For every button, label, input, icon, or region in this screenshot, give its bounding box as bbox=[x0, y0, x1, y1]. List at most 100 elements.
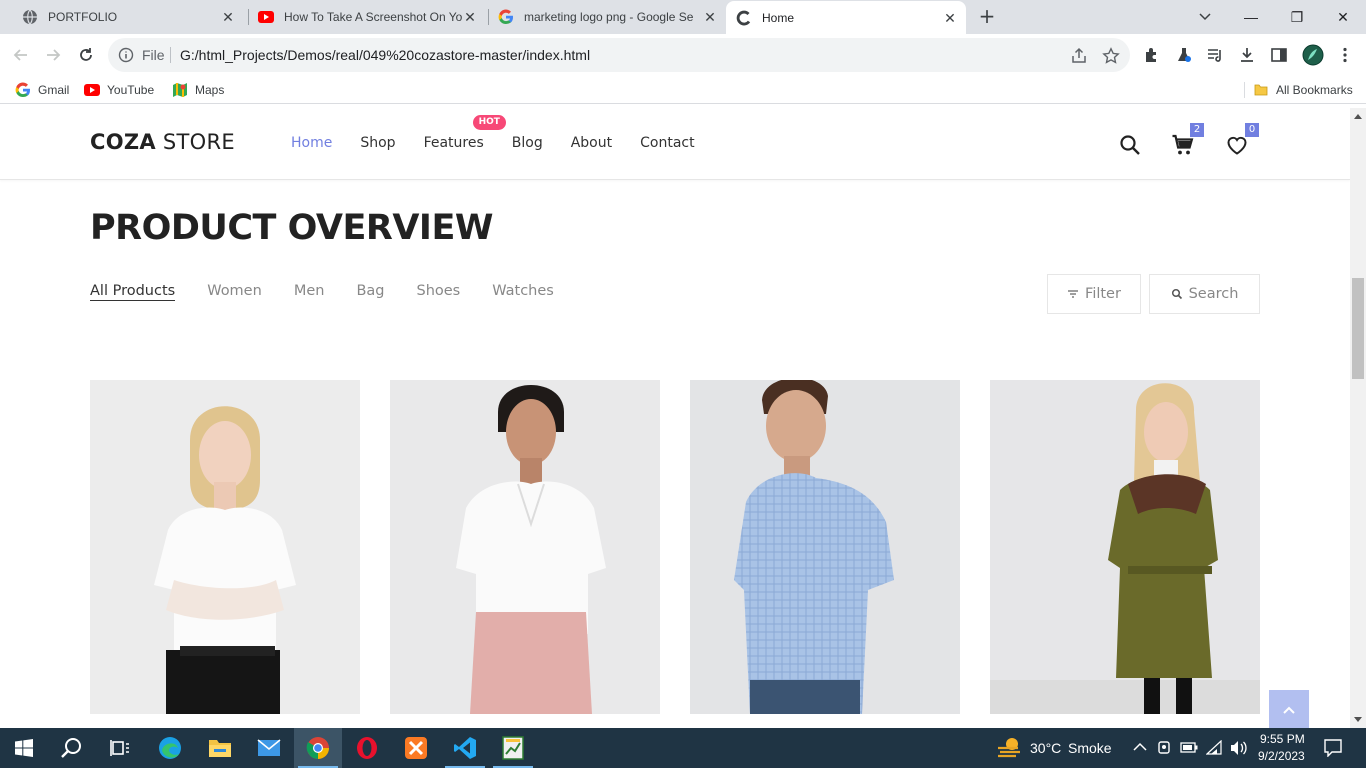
tab-home[interactable]: Home ✕ bbox=[726, 1, 966, 34]
search-button[interactable]: Search bbox=[1149, 274, 1260, 314]
scrollbar-thumb[interactable] bbox=[1352, 278, 1364, 379]
tab-google-search[interactable]: marketing logo png - Google Se ✕ bbox=[490, 0, 726, 34]
scroll-down-arrow-icon[interactable] bbox=[1354, 717, 1362, 722]
media-queue-icon[interactable] bbox=[1206, 46, 1224, 64]
nav-shop[interactable]: Shop bbox=[360, 135, 395, 151]
url-text[interactable]: G:/html_Projects/Demos/real/049%20cozast… bbox=[180, 47, 590, 63]
restore-button[interactable]: ❐ bbox=[1274, 0, 1320, 34]
nav-home[interactable]: Home bbox=[291, 135, 332, 151]
more-menu-icon[interactable] bbox=[1336, 46, 1354, 64]
close-window-button[interactable]: ✕ bbox=[1320, 0, 1366, 34]
reload-button[interactable] bbox=[73, 42, 99, 68]
product-card[interactable] bbox=[90, 380, 360, 714]
filter-watches[interactable]: Watches bbox=[492, 283, 554, 301]
search-button-label: Search bbox=[1188, 286, 1239, 302]
chevron-up-icon[interactable] bbox=[1133, 742, 1147, 752]
google-icon bbox=[498, 9, 513, 25]
address-bar[interactable]: File G:/html_Projects/Demos/real/049%20c… bbox=[108, 38, 1130, 72]
tab-search-button[interactable] bbox=[1182, 0, 1228, 34]
bookmark-youtube[interactable]: YouTube bbox=[84, 82, 154, 98]
bookmark-star-icon[interactable] bbox=[1102, 47, 1120, 65]
new-tab-button[interactable]: + bbox=[976, 5, 998, 27]
nav-features[interactable]: Features HOT bbox=[423, 115, 506, 151]
download-icon[interactable] bbox=[1238, 46, 1256, 64]
scheme-label: File bbox=[142, 47, 165, 63]
filter-all-products[interactable]: All Products bbox=[90, 283, 176, 301]
product-image bbox=[990, 380, 1260, 714]
taskbar-opera[interactable] bbox=[343, 728, 391, 768]
side-panel-icon[interactable] bbox=[1270, 46, 1288, 64]
task-view-button[interactable] bbox=[96, 728, 144, 768]
search-icon[interactable] bbox=[1118, 133, 1142, 157]
all-bookmarks-button[interactable]: All Bookmarks bbox=[1253, 82, 1353, 98]
bookmarks-bar: Gmail YouTube Maps All Bookmarks bbox=[0, 76, 1366, 104]
category-filters: All Products Women Men Bag Shoes Watches bbox=[90, 283, 554, 301]
taskbar-vscode[interactable] bbox=[441, 728, 489, 768]
bookmark-label: Maps bbox=[195, 83, 225, 97]
taskbar-mail[interactable] bbox=[245, 728, 293, 768]
site-header: COZA STORE Home Shop Features HOT Blog A… bbox=[0, 108, 1350, 180]
taskbar-chrome[interactable] bbox=[294, 728, 342, 768]
page-viewport: COZA STORE Home Shop Features HOT Blog A… bbox=[0, 108, 1350, 728]
youtube-icon bbox=[84, 84, 100, 96]
main-menu: Home Shop Features HOT Blog About Contac… bbox=[291, 115, 695, 151]
back-to-top-button[interactable] bbox=[1269, 690, 1309, 728]
volume-icon[interactable] bbox=[1229, 740, 1247, 756]
browser-tab-strip: PORTFOLIO ✕ How To Take A Screenshot On … bbox=[0, 0, 1366, 34]
start-button[interactable] bbox=[0, 728, 48, 768]
profile-avatar-icon[interactable] bbox=[1302, 44, 1324, 66]
forward-button[interactable] bbox=[40, 42, 66, 68]
product-card[interactable] bbox=[390, 380, 660, 714]
share-icon[interactable] bbox=[1070, 47, 1088, 65]
taskbar-xampp[interactable] bbox=[392, 728, 440, 768]
all-bookmarks-label: All Bookmarks bbox=[1276, 83, 1353, 97]
nav-about[interactable]: About bbox=[571, 135, 612, 151]
nav-contact[interactable]: Contact bbox=[640, 135, 694, 151]
filter-button[interactable]: Filter bbox=[1047, 274, 1141, 314]
back-arrow-icon bbox=[13, 49, 27, 61]
folder-icon bbox=[209, 740, 231, 757]
filter-men[interactable]: Men bbox=[294, 283, 325, 301]
tab-portfolio[interactable]: PORTFOLIO ✕ bbox=[12, 0, 244, 34]
weather-temperature[interactable]: 30°C bbox=[1030, 740, 1061, 756]
page-scrollbar[interactable] bbox=[1350, 108, 1366, 728]
back-button[interactable] bbox=[8, 42, 34, 68]
filter-bag[interactable]: Bag bbox=[356, 283, 384, 301]
minimize-button[interactable]: — bbox=[1228, 0, 1274, 34]
battery-icon[interactable] bbox=[1180, 742, 1198, 753]
taskbar-chart-app[interactable] bbox=[489, 728, 537, 768]
taskbar-file-explorer[interactable] bbox=[196, 728, 244, 768]
close-tab-icon[interactable]: ✕ bbox=[702, 9, 718, 25]
bookmark-maps[interactable]: Maps bbox=[172, 82, 224, 98]
info-icon[interactable] bbox=[118, 47, 134, 63]
nav-blog[interactable]: Blog bbox=[512, 135, 543, 151]
tab-youtube-video[interactable]: How To Take A Screenshot On Yo ✕ bbox=[250, 0, 486, 34]
filter-women[interactable]: Women bbox=[207, 283, 262, 301]
wifi-icon[interactable] bbox=[1206, 740, 1222, 755]
loading-icon bbox=[736, 10, 751, 25]
search-icon bbox=[61, 738, 81, 758]
taskbar-search-button[interactable] bbox=[48, 728, 96, 768]
address-divider bbox=[170, 47, 171, 63]
clock-date[interactable]: 9/2/2023 bbox=[1258, 749, 1305, 763]
google-icon bbox=[15, 82, 30, 98]
product-card[interactable] bbox=[990, 380, 1260, 714]
globe-icon bbox=[23, 9, 37, 25]
notification-icon[interactable] bbox=[1324, 739, 1342, 757]
site-logo[interactable]: COZA STORE bbox=[90, 130, 235, 154]
meet-now-icon[interactable] bbox=[1157, 740, 1171, 756]
close-tab-icon[interactable]: ✕ bbox=[462, 9, 478, 25]
clock-time[interactable]: 9:55 PM bbox=[1260, 732, 1305, 746]
opera-icon bbox=[357, 737, 377, 759]
close-tab-icon[interactable]: ✕ bbox=[220, 9, 236, 25]
weather-condition[interactable]: Smoke bbox=[1068, 740, 1112, 756]
nav-features-label: Features bbox=[423, 135, 484, 151]
lab-flask-icon[interactable] bbox=[1175, 46, 1193, 64]
taskbar-edge[interactable] bbox=[146, 728, 194, 768]
product-card[interactable] bbox=[690, 380, 960, 714]
scroll-up-arrow-icon[interactable] bbox=[1354, 114, 1362, 119]
bookmark-gmail[interactable]: Gmail bbox=[15, 82, 69, 98]
filter-shoes[interactable]: Shoes bbox=[416, 283, 460, 301]
extensions-icon[interactable] bbox=[1143, 46, 1161, 64]
close-tab-icon[interactable]: ✕ bbox=[942, 10, 958, 26]
